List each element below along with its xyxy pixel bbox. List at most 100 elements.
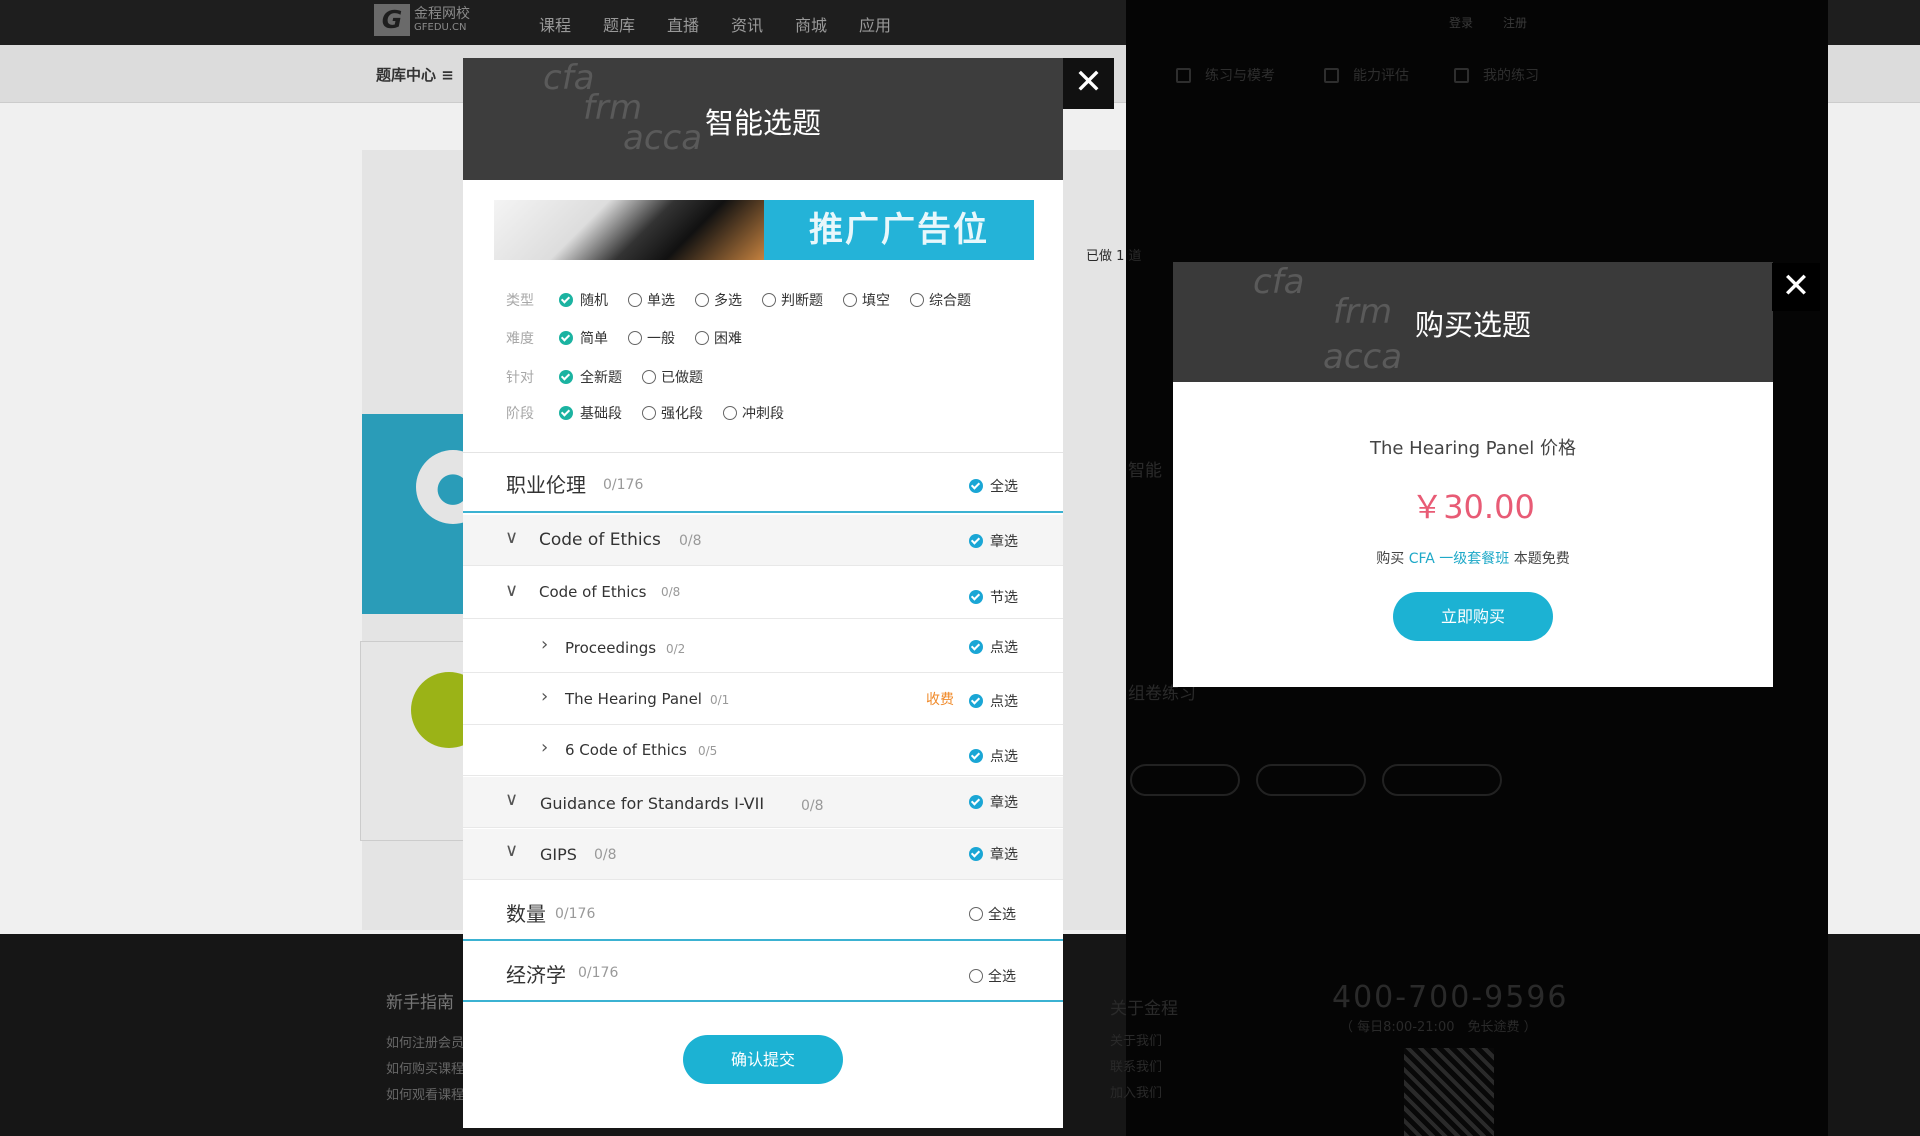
type-option-judge[interactable]: 判断题	[762, 290, 823, 310]
radio-icon	[969, 907, 983, 921]
about-link[interactable]: 关于我们	[1110, 1030, 1162, 1049]
difficulty-option-easy[interactable]: 简单	[559, 328, 608, 348]
chapter-row[interactable]: ∨ Guidance for Standards I-VII 0/8 章选	[463, 777, 1063, 828]
nav-news[interactable]: 资讯	[731, 12, 763, 36]
buy-modal-body: The Hearing Panel 价格 ￥30.00 购买 CFA 一级套餐班…	[1173, 382, 1773, 687]
footer-link[interactable]: 如何观看课程	[386, 1084, 464, 1103]
type-option-single[interactable]: 单选	[628, 290, 675, 310]
point-select-toggle[interactable]: 点选	[969, 746, 1018, 766]
confirm-submit-button[interactable]: 确认提交	[683, 1035, 843, 1084]
difficulty-option-hard[interactable]: 困难	[695, 328, 742, 348]
practice-icon	[1176, 68, 1191, 83]
pill-button[interactable]	[1382, 764, 1502, 796]
stage-option-sprint[interactable]: 冲刺段	[723, 403, 784, 423]
footer-link[interactable]: 如何注册会员	[386, 1032, 464, 1051]
pill-button[interactable]	[1256, 764, 1366, 796]
about-link[interactable]: 加入我们	[1110, 1082, 1162, 1101]
difficulty-option-normal[interactable]: 一般	[628, 328, 675, 348]
chevron-right-icon[interactable]: ›	[541, 636, 548, 654]
chart-icon	[1324, 68, 1339, 83]
nav-apps[interactable]: 应用	[859, 12, 891, 36]
section-select-toggle[interactable]: 节选	[969, 587, 1018, 607]
filter-label: 阶段	[506, 406, 534, 422]
chevron-right-icon[interactable]: ›	[541, 688, 548, 706]
nav-courses[interactable]: 课程	[539, 12, 571, 36]
select-all-toggle[interactable]: 全选	[969, 476, 1018, 496]
bundle-link[interactable]: CFA 一级套餐班	[1409, 551, 1510, 567]
chevron-right-icon[interactable]: ›	[541, 739, 548, 757]
type-option-random[interactable]: 随机	[559, 290, 608, 310]
chapter-count: 0/8	[594, 847, 617, 863]
check-icon	[559, 331, 573, 345]
logo-mark-icon: G	[374, 4, 410, 36]
target-option-new[interactable]: 全新题	[559, 367, 622, 387]
subject-row[interactable]: 经济学 0/176 全选	[463, 943, 1063, 1002]
nav-mall[interactable]: 商城	[795, 12, 827, 36]
filter-label: 针对	[506, 370, 534, 386]
point-name: Proceedings	[565, 639, 657, 657]
chevron-down-icon[interactable]: ∨	[505, 529, 518, 547]
check-icon	[559, 370, 573, 384]
type-option-fill[interactable]: 填空	[843, 290, 890, 310]
point-row[interactable]: › Proceedings 0/2 点选	[463, 620, 1063, 673]
point-select-toggle[interactable]: 点选	[969, 637, 1018, 657]
radio-icon	[843, 293, 857, 307]
nav-question-bank[interactable]: 题库	[603, 12, 635, 36]
subject-name: 职业伦理	[506, 473, 586, 497]
point-row[interactable]: › The Hearing Panel 0/1 收费 点选	[463, 674, 1063, 725]
chapter-count: 0/8	[679, 533, 702, 549]
check-icon	[969, 749, 983, 763]
target-option-done[interactable]: 已做题	[642, 367, 703, 387]
footer-link[interactable]: 如何购买课程	[386, 1058, 464, 1077]
select-close-icon[interactable]: ✕	[1063, 58, 1114, 109]
subject-row[interactable]: 职业伦理 0/176 全选	[463, 453, 1063, 513]
point-select-toggle[interactable]: 点选	[969, 691, 1018, 711]
site-logo[interactable]: G 金程网校 GFEDU.CN	[374, 4, 470, 36]
select-all-toggle[interactable]: 全选	[969, 904, 1016, 924]
stage-option-intensive[interactable]: 强化段	[642, 403, 703, 423]
fee-badge: 收费	[926, 692, 954, 708]
chapter-row[interactable]: ∨ Code of Ethics 0/8 章选	[463, 515, 1063, 566]
type-option-multi[interactable]: 多选	[695, 290, 742, 310]
filter-type: 类型 随机 单选 多选 判断题 填空 综合题	[506, 290, 991, 310]
check-icon	[969, 479, 983, 493]
subject-count: 0/176	[603, 477, 644, 493]
point-count: 0/2	[666, 642, 686, 656]
chevron-down-icon[interactable]: ∨	[505, 791, 518, 809]
subject-row[interactable]: 数量 0/176 全选	[463, 882, 1063, 941]
radio-icon	[910, 293, 924, 307]
stage-option-basic[interactable]: 基础段	[559, 403, 622, 423]
buy-now-button[interactable]: 立即购买	[1393, 592, 1553, 641]
point-row[interactable]: › 6 Code of Ethics 0/5 点选	[463, 726, 1063, 776]
login-link[interactable]: 登录	[1449, 14, 1473, 31]
chapter-select-toggle[interactable]: 章选	[969, 792, 1018, 812]
subject-name: 经济学	[506, 963, 566, 987]
about-link[interactable]: 联系我们	[1110, 1056, 1162, 1075]
phone-hours: （ 每日8:00-21:00 免长途费 ）	[1340, 1020, 1537, 1035]
radio-icon	[642, 406, 656, 420]
ad-banner[interactable]: 推广广告位	[494, 200, 1034, 260]
nav-live[interactable]: 直播	[667, 12, 699, 36]
phone-number: 400-700-9596	[1332, 980, 1569, 1015]
type-option-composite[interactable]: 综合题	[910, 290, 971, 310]
chapter-select-toggle[interactable]: 章选	[969, 844, 1018, 864]
register-link[interactable]: 注册	[1503, 14, 1527, 31]
section-row[interactable]: ∨ Code of Ethics 0/8 节选	[463, 567, 1063, 619]
breadcrumb[interactable]: 题库中心 ≡	[376, 64, 454, 85]
tool-assessment[interactable]: 能力评估	[1324, 65, 1409, 85]
chapter-name: Guidance for Standards I-VII	[540, 794, 765, 813]
logo-text: 金程网校	[414, 5, 470, 22]
chevron-down-icon[interactable]: ∨	[505, 582, 518, 600]
pill-button[interactable]	[1130, 764, 1240, 796]
subject-count: 0/176	[578, 965, 619, 981]
chapter-row[interactable]: ∨ GIPS 0/8 章选	[463, 829, 1063, 880]
buy-close-icon[interactable]: ✕	[1772, 263, 1820, 311]
tool-practice[interactable]: 练习与模考	[1176, 65, 1275, 85]
tool-my-practice[interactable]: 我的练习	[1454, 65, 1539, 85]
radio-icon	[628, 293, 642, 307]
qr-code-icon	[1404, 1048, 1494, 1136]
select-all-toggle[interactable]: 全选	[969, 966, 1016, 986]
chapter-select-toggle[interactable]: 章选	[969, 531, 1018, 551]
chevron-down-icon[interactable]: ∨	[505, 842, 518, 860]
check-icon	[969, 847, 983, 861]
